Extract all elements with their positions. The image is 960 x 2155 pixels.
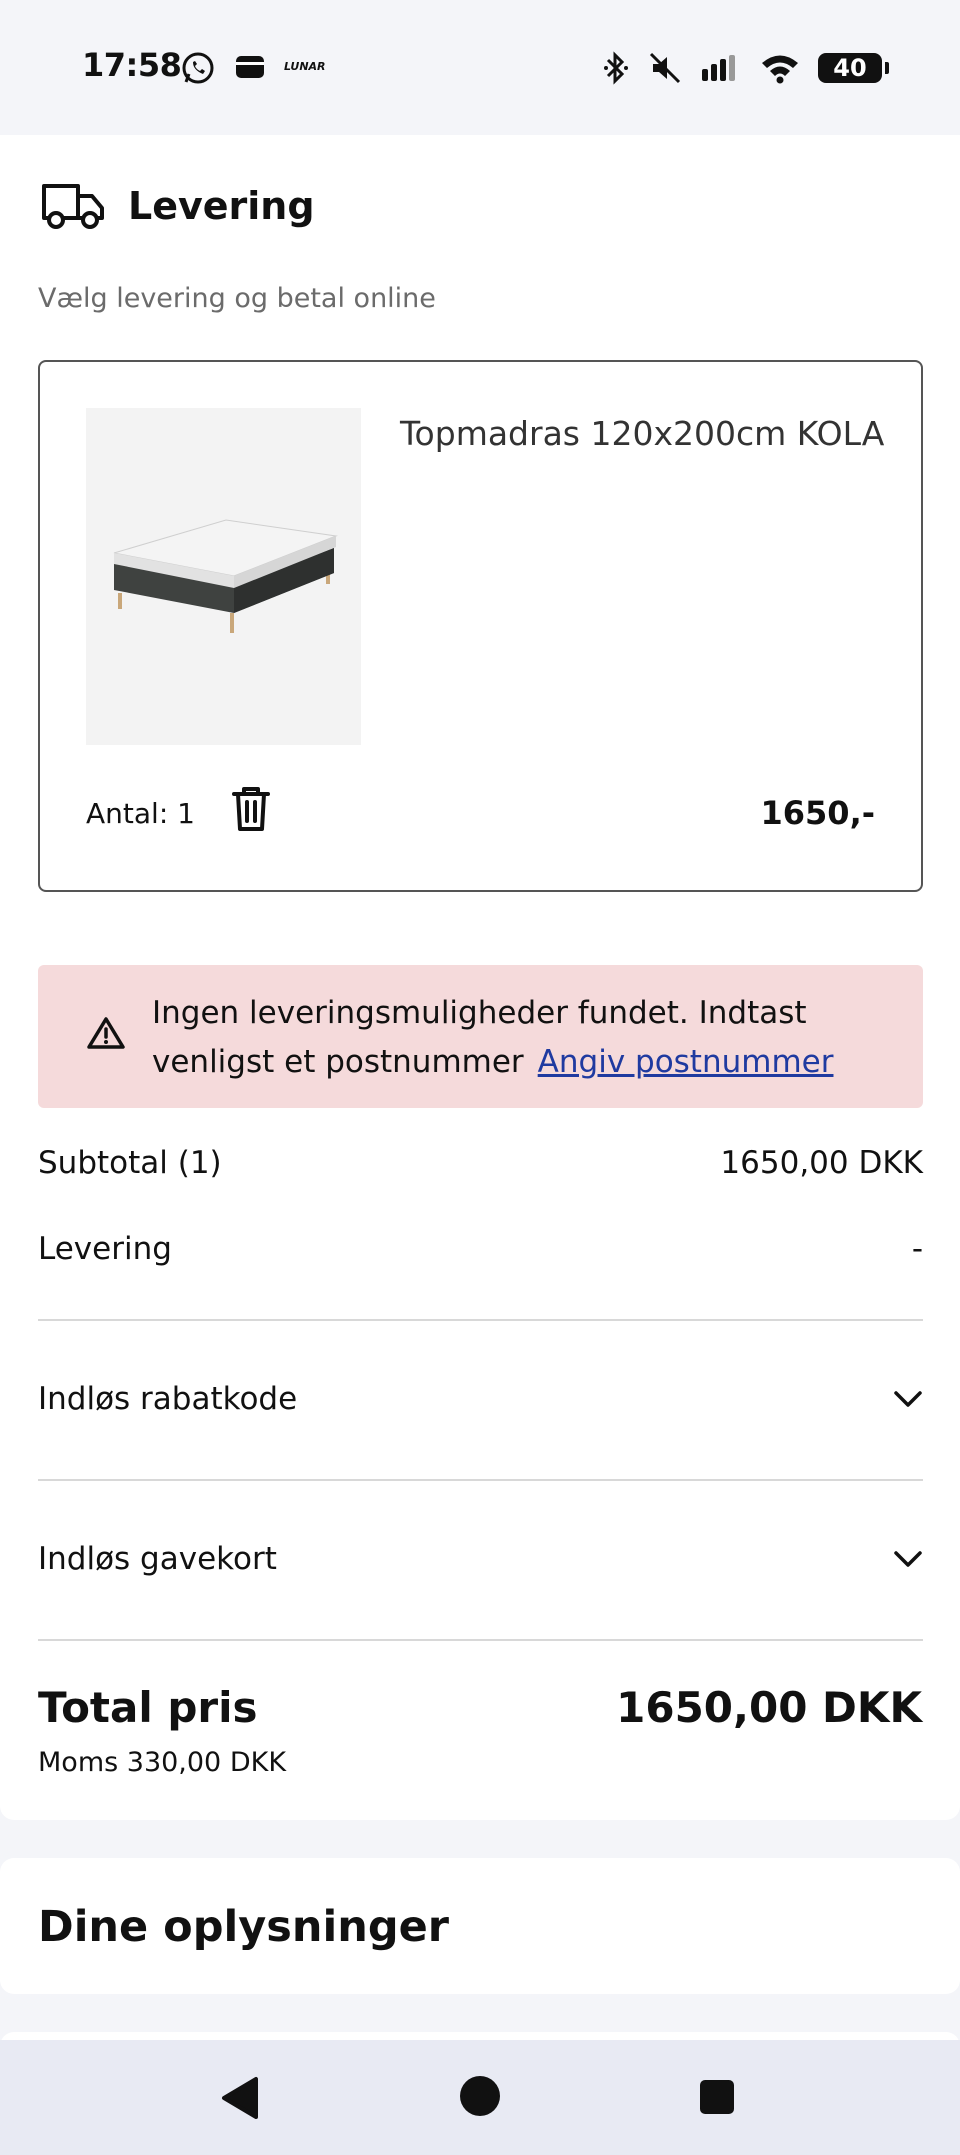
whatsapp-icon [182,52,214,84]
delivery-header: Levering [40,180,315,232]
status-bar: 17:58 LUNAR 40 [0,0,960,135]
alert-text: Ingen leveringsmuligheder fundet. Indtas… [152,989,892,1087]
gift-card-accordion[interactable]: Indløs gavekort [38,1519,923,1599]
subtotal-label: Subtotal (1) [38,1145,222,1181]
customer-info-card[interactable]: Dine oplysninger [0,1858,960,1994]
product-item: Topmadras 120x200cm KOLA Antal: 1 1650,- [38,360,923,892]
wifi-icon [762,55,798,84]
cart-card: Levering Vælg levering og betal online T… [0,135,960,1820]
delivery-alert: Ingen leveringsmuligheder fundet. Indtas… [38,965,923,1108]
delivery-label: Levering [38,1231,172,1267]
customer-info-title: Dine oplysninger [38,1902,449,1952]
delivery-value: - [911,1231,923,1267]
warning-icon [87,1017,125,1049]
delivery-title: Levering [128,184,315,228]
bed-image [113,519,338,633]
product-price: 1650,- [760,794,876,832]
divider [38,1639,923,1641]
delivery-row: Levering - [38,1231,923,1267]
lunar-icon: LUNAR [284,60,326,73]
chevron-down-icon [894,1391,922,1407]
recents-icon[interactable] [698,2078,736,2116]
product-name[interactable]: Topmadras 120x200cm KOLA [400,414,884,453]
back-icon[interactable] [218,2074,264,2122]
delivery-subtitle: Vælg levering og betal online [38,283,436,314]
subtotal-value: 1650,00 DKK [720,1145,923,1181]
gift-card-label: Indløs gavekort [38,1541,277,1577]
discount-code-accordion[interactable]: Indløs rabatkode [38,1359,923,1439]
status-time: 17:58 [82,46,182,84]
subtotal-row: Subtotal (1) 1650,00 DKK [38,1145,923,1181]
navigation-bar [0,2040,960,2155]
signal-icon [702,55,735,81]
battery-icon: 40 [818,53,889,83]
bluetooth-icon [604,51,628,85]
mute-icon [649,52,681,84]
total-value: 1650,00 DKK [616,1683,922,1732]
vat-amount: Moms 330,00 DKK [38,1747,287,1778]
discount-code-label: Indløs rabatkode [38,1381,298,1417]
product-image[interactable] [86,408,361,745]
truck-icon [42,184,104,229]
home-icon[interactable] [458,2074,502,2118]
enter-postcode-link[interactable]: Angiv postnummer [538,1044,834,1080]
total-label: Total pris [38,1683,258,1732]
divider [38,1479,923,1481]
chevron-down-icon [894,1551,922,1567]
quantity-label: Antal: 1 [86,797,195,830]
divider [38,1319,923,1321]
wallet-icon [236,56,264,78]
trash-icon[interactable] [228,784,274,834]
